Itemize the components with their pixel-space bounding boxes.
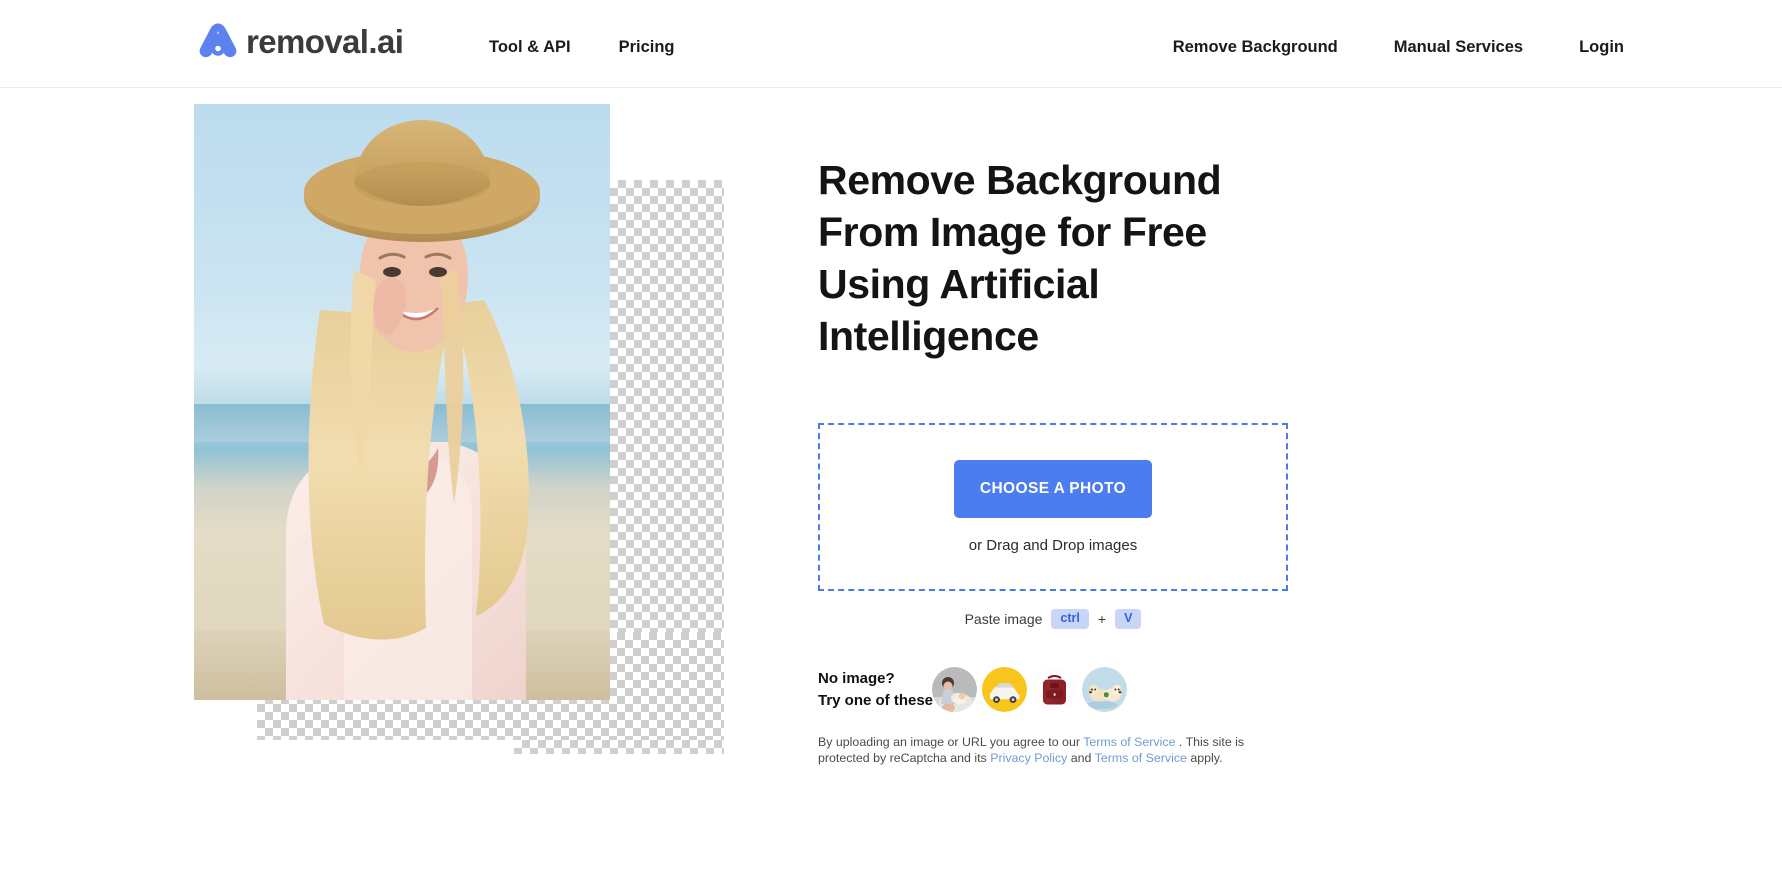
legal-text-part1: By uploading an image or URL you agree t…	[818, 735, 1084, 749]
privacy-policy-link[interactable]: Privacy Policy	[990, 751, 1067, 765]
sample-thumbnail-list	[932, 667, 1127, 712]
paste-image-hint: Paste image ctrl + V	[818, 609, 1288, 629]
main-content: Remove Background From Image for Free Us…	[0, 88, 1782, 876]
page-title: Remove Background From Image for Free Us…	[818, 157, 1222, 359]
sample-images-label: No image? Try one of these	[818, 668, 936, 712]
sample-images-label-line2: Try one of these	[818, 691, 934, 709]
brand-name: removal.ai	[246, 22, 404, 60]
nav-item-login[interactable]: Login	[1579, 34, 1624, 60]
upload-dropzone[interactable]: CHOOSE A PHOTO or Drag and Drop images	[818, 423, 1288, 591]
sample-images-section: No image? Try one of these	[818, 667, 1348, 712]
car-photo-icon	[982, 667, 1027, 712]
site-header: removal.ai Tool & API Pricing Remove Bac…	[0, 0, 1782, 88]
family-photo-icon	[932, 667, 977, 712]
hero-panel: Remove Background From Image for Free Us…	[818, 154, 1348, 766]
sample-images-label-line1: No image?	[818, 669, 895, 687]
brand-logo-link[interactable]: removal.ai	[194, 16, 404, 64]
terms-of-service-link-1[interactable]: Terms of Service	[1083, 735, 1175, 749]
sample-thumbnail-car[interactable]	[982, 667, 1027, 712]
key-plus-separator: +	[1097, 611, 1107, 627]
backpack-photo-icon	[1032, 667, 1077, 712]
key-ctrl-badge: ctrl	[1051, 609, 1089, 629]
nav-item-tool-api[interactable]: Tool & API	[489, 34, 571, 60]
key-v-badge: V	[1115, 609, 1142, 629]
nav-item-remove-background[interactable]: Remove Background	[1173, 34, 1338, 60]
paste-image-label: Paste image	[964, 611, 1043, 627]
hero-photo	[194, 104, 610, 700]
drag-and-drop-hint: or Drag and Drop images	[968, 537, 1138, 554]
sample-thumbnail-family[interactable]	[932, 667, 977, 712]
choose-a-photo-button[interactable]: CHOOSE A PHOTO	[954, 460, 1152, 518]
primary-nav-left: Tool & API Pricing	[489, 34, 675, 60]
dogs-photo-icon	[1082, 667, 1127, 712]
sample-thumbnail-dogs[interactable]	[1082, 667, 1127, 712]
nav-item-pricing[interactable]: Pricing	[619, 34, 675, 60]
terms-of-service-link-2[interactable]: Terms of Service	[1095, 751, 1187, 765]
page-root: removal.ai Tool & API Pricing Remove Bac…	[0, 0, 1782, 876]
legal-text-part3: and	[1067, 750, 1095, 765]
hero-preview	[194, 104, 724, 754]
sample-thumbnail-backpack[interactable]	[1032, 667, 1077, 712]
removal-ai-logo-icon	[194, 16, 242, 64]
photo-subject-woman	[286, 120, 540, 700]
legal-text-part4: apply.	[1186, 750, 1223, 765]
legal-disclaimer: By uploading an image or URL you agree t…	[818, 735, 1288, 766]
nav-item-manual-services[interactable]: Manual Services	[1394, 34, 1523, 60]
primary-nav-right: Remove Background Manual Services Login	[1173, 34, 1624, 60]
